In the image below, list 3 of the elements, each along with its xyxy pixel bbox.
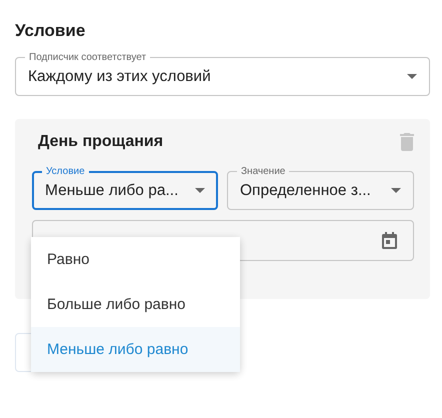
section-title: Условие: [15, 21, 86, 41]
card-title: День прощания: [38, 133, 164, 151]
field-label: Подписчик соответствует: [25, 51, 150, 64]
